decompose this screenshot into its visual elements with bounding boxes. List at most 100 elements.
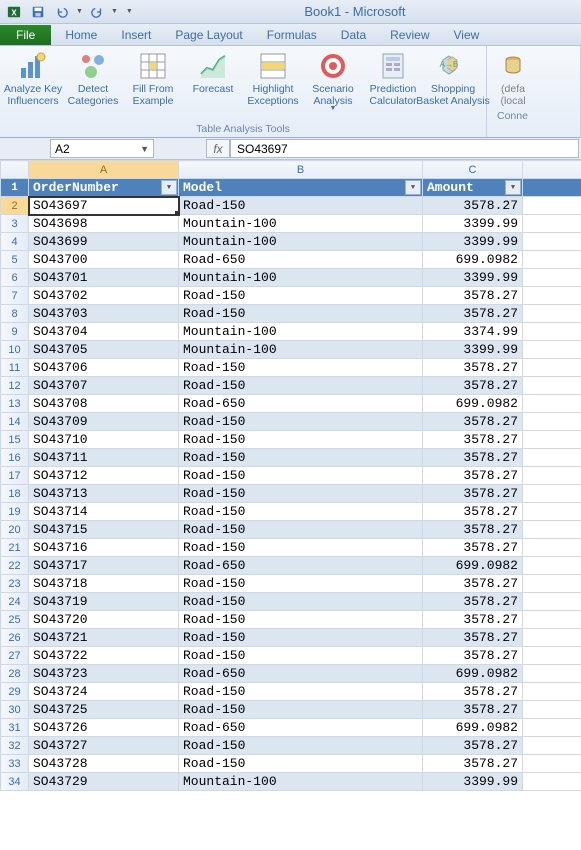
cell-ordernumber[interactable]: SO43709 — [29, 413, 179, 431]
redo-icon[interactable] — [87, 2, 107, 22]
select-all-corner[interactable] — [1, 161, 29, 179]
row-header[interactable]: 34 — [1, 773, 29, 791]
cell-amount[interactable]: 3578.27 — [423, 755, 523, 773]
cell-ordernumber[interactable]: SO43701 — [29, 269, 179, 287]
ribbon-btn-detect-categories[interactable]: Detect Categories — [64, 48, 122, 122]
cell-model[interactable]: Road-150 — [179, 503, 423, 521]
col-header-next[interactable] — [523, 161, 581, 179]
cell-amount[interactable]: 3399.99 — [423, 341, 523, 359]
row-header[interactable]: 8 — [1, 305, 29, 323]
cell-ordernumber[interactable]: SO43710 — [29, 431, 179, 449]
row-header[interactable]: 24 — [1, 593, 29, 611]
cell-amount[interactable]: 3578.27 — [423, 467, 523, 485]
cell-model[interactable]: Mountain-100 — [179, 233, 423, 251]
cell-model[interactable]: Road-650 — [179, 557, 423, 575]
cell-ordernumber[interactable]: SO43700 — [29, 251, 179, 269]
cell-amount[interactable]: 3578.27 — [423, 449, 523, 467]
header-amount[interactable]: Amount▼ — [423, 179, 523, 197]
row-header[interactable]: 32 — [1, 737, 29, 755]
ribbon-btn-shopping-basket-analysis[interactable]: A→BShopping Basket Analysis — [424, 48, 482, 122]
cell-ordernumber[interactable]: SO43713 — [29, 485, 179, 503]
row-header[interactable]: 18 — [1, 485, 29, 503]
cell-model[interactable]: Mountain-100 — [179, 773, 423, 791]
row-header[interactable]: 1 — [1, 179, 29, 197]
excel-icon[interactable]: X — [4, 2, 24, 22]
cell-model[interactable]: Road-150 — [179, 377, 423, 395]
row-header[interactable]: 22 — [1, 557, 29, 575]
cell-ordernumber[interactable]: SO43699 — [29, 233, 179, 251]
cell-amount[interactable]: 3578.27 — [423, 629, 523, 647]
cell-amount[interactable]: 3578.27 — [423, 377, 523, 395]
cell-model[interactable]: Road-150 — [179, 737, 423, 755]
row-header[interactable]: 16 — [1, 449, 29, 467]
cell-amount[interactable]: 3374.99 — [423, 323, 523, 341]
tab-insert[interactable]: Insert — [109, 25, 163, 45]
cell-amount[interactable]: 3578.27 — [423, 503, 523, 521]
row-header[interactable]: 23 — [1, 575, 29, 593]
cell-model[interactable]: Road-150 — [179, 467, 423, 485]
cell-amount[interactable]: 3578.27 — [423, 413, 523, 431]
cell-amount[interactable]: 699.0982 — [423, 395, 523, 413]
cell-model[interactable]: Road-150 — [179, 413, 423, 431]
cell-model[interactable]: Road-650 — [179, 395, 423, 413]
tab-review[interactable]: Review — [378, 25, 441, 45]
cell-ordernumber[interactable]: SO43697 — [29, 197, 179, 215]
cell-amount[interactable]: 3578.27 — [423, 575, 523, 593]
cell-ordernumber[interactable]: SO43723 — [29, 665, 179, 683]
tab-file[interactable]: File — [0, 25, 51, 45]
cell-amount[interactable]: 699.0982 — [423, 557, 523, 575]
row-header[interactable]: 28 — [1, 665, 29, 683]
name-box[interactable]: A2 ▼ — [50, 139, 154, 158]
cell-model[interactable]: Road-150 — [179, 611, 423, 629]
row-header[interactable]: 21 — [1, 539, 29, 557]
cell-model[interactable]: Road-150 — [179, 305, 423, 323]
ribbon-btn-highlight-exceptions[interactable]: Highlight Exceptions — [244, 48, 302, 122]
cell-ordernumber[interactable]: SO43707 — [29, 377, 179, 395]
cell-ordernumber[interactable]: SO43721 — [29, 629, 179, 647]
row-header[interactable]: 15 — [1, 431, 29, 449]
cell-amount[interactable]: 3578.27 — [423, 485, 523, 503]
cell-model[interactable]: Road-150 — [179, 539, 423, 557]
ribbon-btn-analyze-key-influencers[interactable]: Analyze Key Influencers — [4, 48, 62, 122]
cell-ordernumber[interactable]: SO43712 — [29, 467, 179, 485]
tab-view[interactable]: View — [442, 25, 492, 45]
cell-model[interactable]: Road-650 — [179, 665, 423, 683]
cell-amount[interactable]: 3578.27 — [423, 197, 523, 215]
cell-amount[interactable]: 699.0982 — [423, 665, 523, 683]
cell-ordernumber[interactable]: SO43715 — [29, 521, 179, 539]
col-header-a[interactable]: A — [29, 161, 179, 179]
header-model[interactable]: Model▼ — [179, 179, 423, 197]
cell-model[interactable]: Road-650 — [179, 251, 423, 269]
cell-ordernumber[interactable]: SO43719 — [29, 593, 179, 611]
row-header[interactable]: 29 — [1, 683, 29, 701]
cell-amount[interactable]: 3578.27 — [423, 701, 523, 719]
filter-icon[interactable]: ▼ — [405, 180, 421, 195]
cell-ordernumber[interactable]: SO43724 — [29, 683, 179, 701]
cell-model[interactable]: Road-150 — [179, 593, 423, 611]
cell-amount[interactable]: 3578.27 — [423, 359, 523, 377]
cell-amount[interactable]: 3578.27 — [423, 737, 523, 755]
row-header[interactable]: 27 — [1, 647, 29, 665]
row-header[interactable]: 31 — [1, 719, 29, 737]
cell-amount[interactable]: 3399.99 — [423, 773, 523, 791]
row-header[interactable]: 4 — [1, 233, 29, 251]
ribbon-btn-forecast[interactable]: Forecast — [184, 48, 242, 122]
cell-amount[interactable]: 3578.27 — [423, 683, 523, 701]
row-header[interactable]: 3 — [1, 215, 29, 233]
col-header-c[interactable]: C — [423, 161, 523, 179]
save-icon[interactable] — [28, 2, 48, 22]
cell-amount[interactable]: 3578.27 — [423, 611, 523, 629]
cell-model[interactable]: Road-150 — [179, 485, 423, 503]
tab-formulas[interactable]: Formulas — [255, 25, 329, 45]
cell-amount[interactable]: 3578.27 — [423, 287, 523, 305]
row-header[interactable]: 26 — [1, 629, 29, 647]
undo-icon[interactable] — [52, 2, 72, 22]
cell-model[interactable]: Road-150 — [179, 701, 423, 719]
cell-model[interactable]: Road-150 — [179, 287, 423, 305]
ribbon-btn-fill-from-example[interactable]: Fill From Example — [124, 48, 182, 122]
cell-ordernumber[interactable]: SO43729 — [29, 773, 179, 791]
cell-model[interactable]: Road-150 — [179, 629, 423, 647]
cell-ordernumber[interactable]: SO43720 — [29, 611, 179, 629]
row-header[interactable]: 7 — [1, 287, 29, 305]
fx-button[interactable]: fx — [206, 139, 230, 158]
